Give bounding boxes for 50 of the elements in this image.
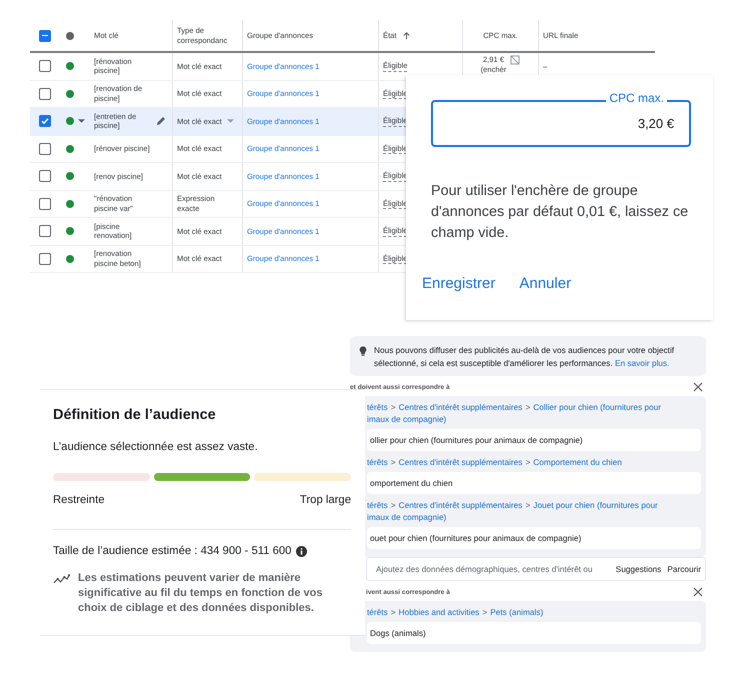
interest-chip[interactable]: ouet pour chien (fournitures pour animaux de compagnie) (367, 527, 701, 549)
close-icon[interactable] (693, 382, 703, 392)
category-path: térêts > Hobbies and activities > Pets (animals) (367, 606, 544, 618)
search-action-button[interactable]: Suggestions (616, 564, 662, 574)
summary-text: L’audience sélectionnée est assez vaste. (53, 441, 259, 453)
pencil-icon[interactable] (156, 116, 166, 126)
status-dot-icon (66, 90, 74, 98)
search-field[interactable]: Ajoutez des données démographiques, centres d'intérêt ou Suggestions Parcourir (366, 557, 706, 581)
caret-icon[interactable] (78, 119, 85, 124)
meter-label: Trop large (300, 494, 351, 506)
status-dot-icon (66, 117, 74, 126)
row-checkbox[interactable] (39, 115, 51, 128)
panel-title: Définition de l’audience (53, 407, 217, 423)
row-checkbox[interactable] (39, 88, 51, 100)
interest-chip[interactable]: omportement du chien (367, 472, 701, 494)
search-placeholder: Ajoutez des données démographiques, centres d'intérêt ou (376, 564, 594, 574)
select-all-checkbox[interactable] (39, 30, 51, 42)
row-checkbox[interactable] (39, 60, 51, 72)
meter-label: Restreinte (53, 494, 104, 506)
row-checkbox[interactable] (39, 142, 51, 155)
status-dot-icon (66, 254, 74, 263)
save-button[interactable]: Enregistrer (422, 275, 496, 292)
category-path: térêts > Centres d'intérêt supplémentaires > Collier pour chien (fournitures pour imaux de compagnie) (367, 401, 662, 425)
learn-more-link[interactable]: En savoir plus. (614, 358, 670, 368)
status-dot-icon (66, 227, 74, 236)
row-checkbox[interactable] (39, 252, 51, 265)
row-checkbox[interactable] (39, 225, 51, 238)
notice-text: Nous pouvons diffuser des publicités au-delà de vos audiences pour votre objectif sélectionné, si cela est susceptible d'améliorer les performances. En savoir plus. (374, 344, 676, 370)
audience-size-text: Taille de l’audience estimée : 434 900 - 511 600 (53, 545, 292, 557)
lightbulb-icon (359, 346, 367, 356)
category-path: térêts > Centres d'intérêt supplémentaires > Comportement du chien (367, 456, 623, 468)
status-dot-icon (66, 144, 74, 153)
info-icon[interactable] (296, 546, 308, 556)
status-dot-icon (66, 200, 74, 208)
status-dot-icon (66, 62, 74, 70)
row-checkbox[interactable] (39, 198, 51, 210)
status-dot-icon (66, 172, 74, 180)
search-action-button[interactable]: Parcourir (667, 564, 701, 574)
category-path: térêts > Centres d'intérêt supplémentaires > Jouet pour chien (fournitures pour imaux de compagnie) (367, 499, 659, 523)
close-icon[interactable] (693, 587, 703, 597)
cancel-button[interactable]: Annuler (519, 275, 572, 292)
status-dot-icon (66, 32, 74, 40)
image-icon (510, 55, 520, 65)
interest-chip[interactable]: ollier pour chien (fournitures pour animaux de compagnie) (367, 429, 701, 451)
row-checkbox[interactable] (39, 170, 51, 182)
interest-chip[interactable]: Dogs (animals) (367, 622, 701, 644)
sort-arrow-icon[interactable] (402, 31, 411, 40)
estimate-note: Les estimations peuvent varier de manière significative au fil du temps en fonction de vos choix de ciblage et des données disponibles. (78, 571, 324, 616)
field-label: CPC max. (606, 91, 667, 105)
trend-line-icon (53, 573, 70, 585)
